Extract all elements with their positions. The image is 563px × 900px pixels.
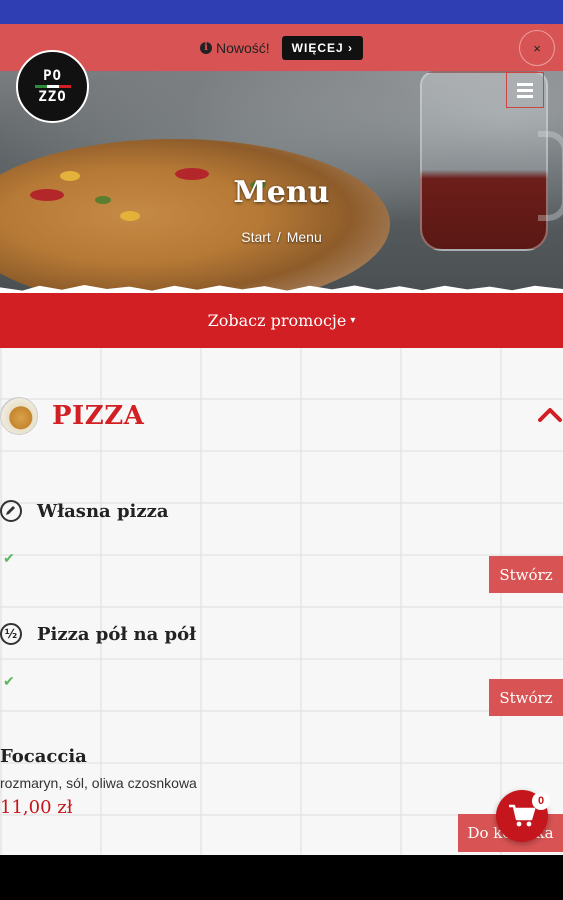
menu-item-name: Pizza pół na pół <box>37 623 197 645</box>
site-logo[interactable]: PO ZZO <box>16 50 89 123</box>
menu-item: ½ Pizza pół na pół ✔ Stwórz <box>0 623 563 716</box>
menu-item-name: Własna pizza <box>37 500 169 522</box>
breadcrumb-start[interactable]: Start <box>241 229 271 245</box>
breadcrumb-current: Menu <box>286 229 322 245</box>
info-icon: i <box>199 41 212 54</box>
check-icon: ✔ <box>3 550 15 566</box>
menu-item-description: rozmaryn, sól, oliwa czosnkowa <box>0 775 197 791</box>
news-info: i Nowość! <box>199 39 270 56</box>
cart-count-badge: 0 <box>532 792 550 810</box>
half-half-icon: ½ <box>0 623 22 645</box>
page-title: Menu <box>233 175 330 210</box>
check-icon: ✔ <box>3 673 15 689</box>
more-button[interactable]: WIĘCEJ › <box>281 35 364 60</box>
create-button[interactable]: Stwórz <box>489 556 563 593</box>
menu-item: Focaccia rozmaryn, sól, oliwa czosnkowa … <box>0 746 563 818</box>
menu-item-name-row: Własna pizza <box>0 500 563 522</box>
news-banner: i Nowość! WIĘCEJ › × <box>0 24 563 71</box>
hamburger-icon <box>517 94 533 98</box>
logo-flag <box>34 85 71 88</box>
menu-content: PIZZA Własna pizza ✔ Stwórz ½ Pizza pół … <box>0 348 563 855</box>
promotions-label: Zobacz promocje <box>207 311 347 330</box>
cart-icon <box>509 804 536 827</box>
breadcrumb: Start / Menu <box>0 229 563 245</box>
topping <box>120 211 140 221</box>
menu-item: Własna pizza ✔ Stwórz <box>0 500 563 593</box>
chevron-up-icon[interactable] <box>537 404 563 424</box>
category-header-pizza[interactable]: PIZZA <box>0 394 563 438</box>
menu-item-name-row: ½ Pizza pół na pół <box>0 623 563 645</box>
caret-down-icon: ▾ <box>350 315 356 326</box>
cart-button[interactable]: 0 <box>496 790 550 842</box>
bottom-bar <box>0 855 563 900</box>
menu-toggle-button[interactable] <box>506 72 544 108</box>
menu-item-name: Focaccia <box>0 746 87 767</box>
category-title: PIZZA <box>52 401 145 431</box>
promotions-dropdown[interactable]: Zobacz promocje ▾ <box>0 293 563 348</box>
status-bar <box>0 0 563 24</box>
hamburger-icon <box>517 88 533 92</box>
logo-text-bottom: ZZO <box>38 89 67 105</box>
breadcrumb-separator: / <box>276 229 281 245</box>
category-image <box>0 397 38 435</box>
pencil-icon <box>0 500 22 522</box>
create-button[interactable]: Stwórz <box>489 679 563 716</box>
news-text: Nowość! <box>215 39 270 56</box>
close-banner-button[interactable]: × <box>519 30 555 66</box>
logo-text-top: PO <box>43 68 62 84</box>
hamburger-icon <box>517 82 533 86</box>
